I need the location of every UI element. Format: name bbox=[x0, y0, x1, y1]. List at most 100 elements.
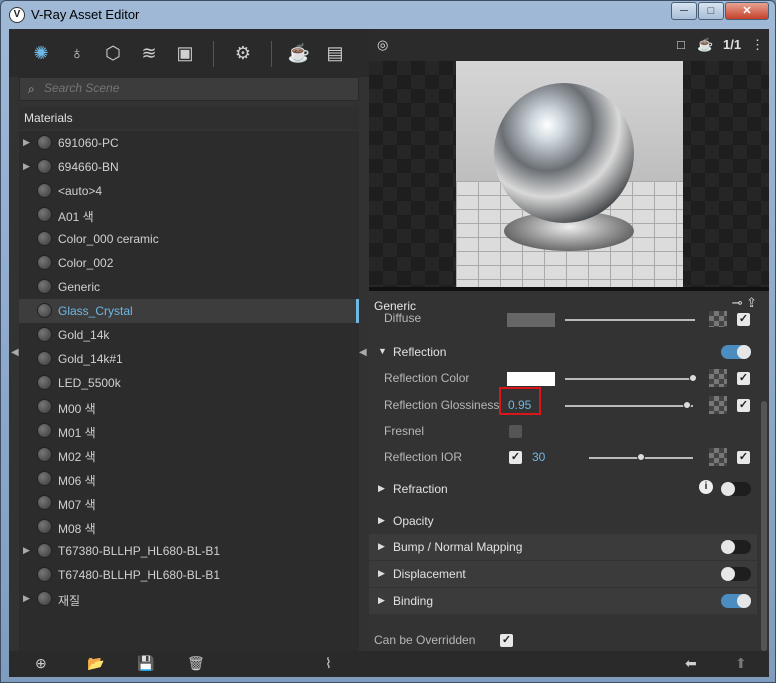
reflection-toggle[interactable] bbox=[721, 345, 751, 359]
material-name: T67480-BLLHP_HL680-BL-B1 bbox=[58, 568, 221, 582]
textures-icon[interactable]: ▣ bbox=[173, 41, 197, 65]
layers-icon[interactable]: ≋ bbox=[137, 41, 161, 65]
material-editor-panel: ◎ □ ☕ 1/1 ⋮ Generic ⊸ ⇪ Diffuse ✓ ▼ Refl… bbox=[369, 29, 769, 677]
material-list-item[interactable]: M02 색 bbox=[19, 443, 359, 467]
binding-toggle[interactable] bbox=[721, 594, 751, 608]
render-teapot-icon[interactable]: ☕ bbox=[287, 41, 311, 65]
open-folder-icon[interactable]: 📂 bbox=[87, 655, 104, 672]
material-list-item[interactable]: A01 색 bbox=[19, 203, 359, 227]
material-list-item[interactable]: <auto>4 bbox=[19, 179, 359, 203]
material-list-item[interactable]: ▶ 691060-PC bbox=[19, 131, 359, 155]
materials-icon[interactable]: ✺ bbox=[29, 41, 53, 65]
material-list-item[interactable]: M08 색 bbox=[19, 515, 359, 539]
displacement-toggle[interactable] bbox=[721, 567, 751, 581]
preview-scene-icon[interactable]: ◎ bbox=[377, 37, 388, 53]
preview-render-icon[interactable]: ☕ bbox=[697, 37, 713, 53]
material-list-item[interactable]: ▶ 재질 bbox=[19, 587, 359, 611]
material-list-item[interactable]: M00 색 bbox=[19, 395, 359, 419]
frame-buffer-icon[interactable]: ▤ bbox=[323, 41, 347, 65]
info-icon[interactable]: i bbox=[699, 480, 713, 494]
reflection-label: Reflection bbox=[393, 345, 447, 359]
pin-icon[interactable]: ⊸ bbox=[732, 295, 743, 310]
material-list-item[interactable]: Color_002 bbox=[19, 251, 359, 275]
binding-section[interactable]: ▶ Binding bbox=[369, 588, 757, 614]
diffuse-label: Diffuse bbox=[384, 311, 422, 325]
material-list-item[interactable]: M07 색 bbox=[19, 491, 359, 515]
material-list-item[interactable]: Generic bbox=[19, 275, 359, 299]
reflection-ior-value[interactable]: 30 bbox=[532, 450, 545, 464]
fresnel-checkbox[interactable] bbox=[509, 425, 522, 438]
reflection-glossiness-texture-slot[interactable] bbox=[709, 396, 727, 414]
diffuse-texture-slot[interactable] bbox=[709, 311, 727, 327]
bump-toggle[interactable] bbox=[721, 540, 751, 554]
save-icon[interactable]: 💾 bbox=[137, 655, 154, 672]
reflection-color-texture-slot[interactable] bbox=[709, 369, 727, 387]
bump-normal-section[interactable]: ▶ Bump / Normal Mapping bbox=[369, 534, 757, 560]
back-arrow-icon[interactable]: ⬅ bbox=[685, 655, 697, 672]
maximize-button[interactable]: □ bbox=[698, 2, 724, 20]
reflection-ior-texture-checkbox[interactable]: ✓ bbox=[737, 451, 750, 464]
can-be-overridden-checkbox[interactable]: ✓ bbox=[500, 634, 513, 647]
delete-icon[interactable]: 🗑 bbox=[187, 655, 205, 672]
geometry-icon[interactable]: ⬡ bbox=[101, 41, 125, 65]
material-list-item[interactable]: T67480-BLLHP_HL680-BL-B1 bbox=[19, 563, 359, 587]
title-bar: V V-Ray Asset Editor ─ □ ✕ bbox=[1, 1, 775, 29]
close-button[interactable]: ✕ bbox=[725, 2, 769, 20]
preview-count[interactable]: 1/1 bbox=[723, 37, 741, 52]
reflection-glossiness-slider-knob[interactable] bbox=[682, 401, 691, 409]
reflection-glossiness-checkbox[interactable]: ✓ bbox=[737, 399, 750, 412]
material-list-item[interactable]: Glass_Crystal bbox=[19, 299, 359, 323]
minimize-button[interactable]: ─ bbox=[671, 2, 697, 20]
properties-scrollbar[interactable] bbox=[761, 401, 767, 651]
material-list-item[interactable]: Gold_14k bbox=[19, 323, 359, 347]
window-title: V-Ray Asset Editor bbox=[31, 7, 140, 22]
reflection-glossiness-slider[interactable] bbox=[565, 405, 693, 407]
opacity-section[interactable]: ▶ Opacity bbox=[369, 508, 757, 534]
reflection-ior-texture-slot[interactable] bbox=[709, 448, 727, 466]
refraction-toggle[interactable] bbox=[721, 482, 751, 496]
reflection-color-checkbox[interactable]: ✓ bbox=[737, 372, 750, 385]
material-list-item[interactable]: ▶ 694660-BN bbox=[19, 155, 359, 179]
up-arrow-icon[interactable]: ⬆ bbox=[735, 655, 747, 672]
material-list-item[interactable]: Color_000 ceramic bbox=[19, 227, 359, 251]
reflection-glossiness-label: Reflection Glossiness bbox=[384, 398, 500, 412]
lights-icon[interactable]: ♁ bbox=[65, 41, 89, 65]
diffuse-color-swatch[interactable] bbox=[507, 313, 555, 327]
material-name: Gold_14k bbox=[58, 328, 110, 342]
material-list-item[interactable]: Gold_14k#1 bbox=[19, 347, 359, 371]
collapse-right-icon[interactable]: ◀ bbox=[359, 347, 367, 358]
expand-arrow-icon[interactable]: ▶ bbox=[23, 137, 30, 148]
reflection-color-slider[interactable] bbox=[565, 378, 693, 380]
settings-icon[interactable]: ⚙ bbox=[231, 41, 255, 65]
expand-arrow-icon[interactable]: ▶ bbox=[23, 161, 30, 172]
expand-arrow-icon[interactable]: ▶ bbox=[23, 545, 30, 556]
reflection-color-slider-knob[interactable] bbox=[689, 374, 697, 382]
search-box: ⌕ bbox=[19, 77, 359, 101]
fresnel-label: Fresnel bbox=[384, 424, 425, 438]
material-list-item[interactable]: LED_5500k bbox=[19, 371, 359, 395]
search-input[interactable] bbox=[44, 81, 344, 95]
reflection-color-swatch[interactable] bbox=[507, 372, 555, 386]
expand-arrow-icon[interactable]: ▶ bbox=[23, 593, 30, 604]
reflection-glossiness-value[interactable]: 0.95 bbox=[508, 398, 531, 412]
diffuse-checkbox[interactable]: ✓ bbox=[737, 313, 750, 326]
purge-broom-icon[interactable]: ⌇ bbox=[325, 655, 332, 672]
diffuse-row: Diffuse ✓ bbox=[369, 311, 757, 327]
refraction-section[interactable]: ▶ Refraction i bbox=[369, 476, 757, 502]
add-material-icon[interactable]: ⊕ bbox=[35, 655, 47, 672]
material-ball-icon bbox=[37, 351, 52, 366]
export-icon[interactable]: ⇪ bbox=[746, 295, 757, 310]
material-list-item[interactable]: M06 색 bbox=[19, 467, 359, 491]
material-name: 재질 bbox=[58, 594, 81, 608]
reflection-ior-checkbox[interactable]: ✓ bbox=[509, 451, 522, 464]
diffuse-slider[interactable] bbox=[565, 319, 695, 321]
material-list-item[interactable]: M01 색 bbox=[19, 419, 359, 443]
preview-stop-icon[interactable]: □ bbox=[677, 37, 685, 52]
displacement-section[interactable]: ▶ Displacement bbox=[369, 561, 757, 587]
reflection-section[interactable]: ▼ Reflection bbox=[369, 339, 757, 365]
material-ball-icon bbox=[37, 183, 52, 198]
reflection-ior-slider-knob[interactable] bbox=[637, 453, 645, 461]
more-options-icon[interactable]: ⋮ bbox=[751, 37, 764, 53]
collapse-left-icon[interactable]: ◀ bbox=[11, 347, 19, 358]
material-list-item[interactable]: ▶ T67380-BLLHP_HL680-BL-B1 bbox=[19, 539, 359, 563]
